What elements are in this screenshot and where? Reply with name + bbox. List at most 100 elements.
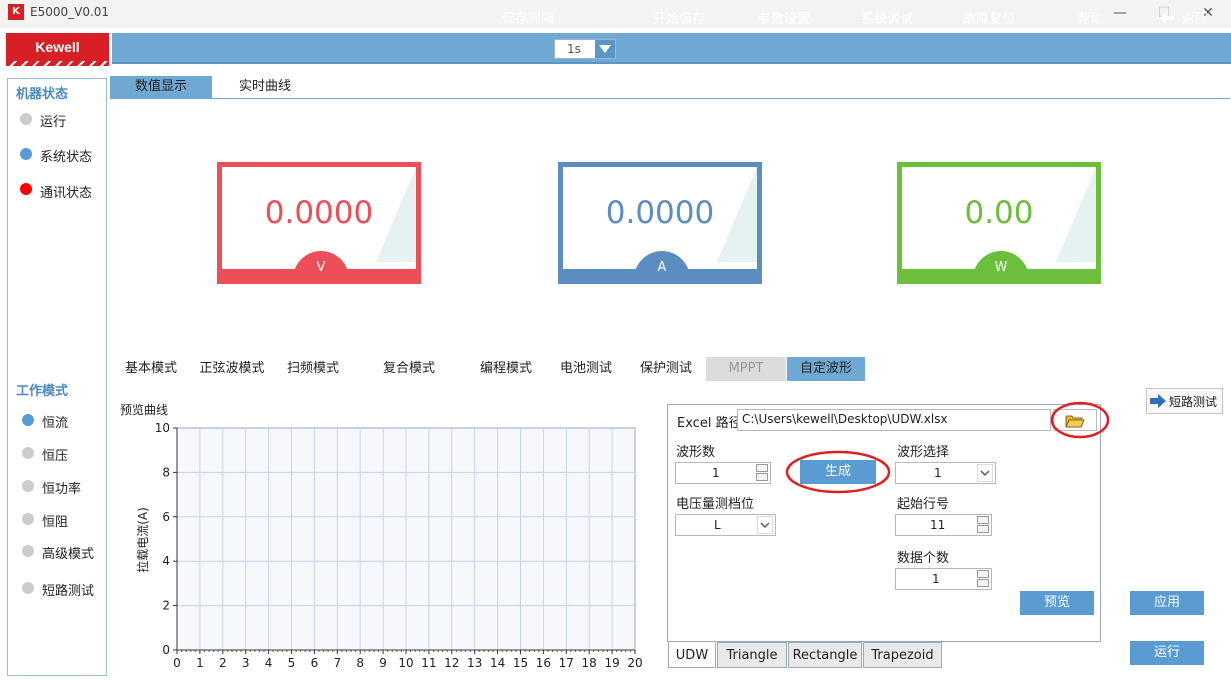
mode-label-advanced[interactable]: 高级模式 — [42, 543, 94, 562]
folder-highlight-circle — [1050, 401, 1110, 439]
tab-udw[interactable]: UDW — [668, 642, 716, 668]
mode-radio-advanced[interactable] — [22, 545, 34, 557]
mode-radio-cv[interactable] — [22, 447, 34, 459]
y-axis-label: 拉载电流(A) — [135, 507, 150, 573]
x-tick-label: 5 — [288, 656, 296, 670]
save-interval-label: 保存间隔 — [502, 12, 555, 27]
run-status-indicator — [20, 113, 32, 125]
tab-basic-mode[interactable]: 基本模式 — [120, 357, 182, 381]
system-status-indicator — [20, 148, 32, 160]
short-test-button[interactable]: 短路测试 — [1146, 388, 1223, 414]
tab-mppt[interactable]: MPPT — [706, 357, 786, 381]
back-button[interactable]: 返回 — [1160, 8, 1208, 27]
tab-rectangle[interactable]: Rectangle — [788, 642, 862, 668]
x-tick-label: 4 — [265, 656, 273, 670]
x-tick-label: 2 — [219, 656, 227, 670]
spin-up-icon[interactable] — [977, 516, 989, 524]
mode-label-cp[interactable]: 恒功率 — [42, 478, 81, 497]
system-debug-button[interactable]: 系统调试 — [861, 8, 913, 27]
mode-radio-cr[interactable] — [22, 513, 34, 525]
tab-custom-waveform[interactable]: 自定波形 — [787, 357, 865, 381]
start-row-spinbox[interactable]: 11 — [895, 514, 992, 536]
run-button[interactable]: 运行 — [1130, 641, 1204, 665]
tab-triangle[interactable]: Triangle — [717, 642, 787, 668]
save-interval-value: 1s — [567, 42, 581, 56]
fault-reset-button[interactable]: 故障复位 — [963, 8, 1015, 27]
voltage-unit: V — [293, 251, 349, 279]
mode-label-cr[interactable]: 恒阻 — [42, 511, 68, 530]
spin-down-icon[interactable] — [977, 579, 989, 587]
arrow-right-icon — [1150, 394, 1166, 408]
x-tick-label: 3 — [242, 656, 250, 670]
mode-radio-short-test[interactable] — [22, 582, 34, 594]
wave-select-label: 波形选择 — [897, 445, 950, 460]
y-tick-label: 10 — [155, 421, 170, 435]
apply-button[interactable]: 应用 — [1130, 591, 1204, 615]
wave-count-spinbox[interactable]: 1 — [675, 462, 771, 484]
help-button[interactable]: 帮助 — [1078, 8, 1104, 27]
view-tab-underline — [110, 98, 1230, 99]
tab-sine-mode[interactable]: 正弦波模式 — [196, 357, 268, 381]
wave-count-value: 1 — [712, 466, 720, 480]
data-count-label: 数据个数 — [897, 551, 950, 566]
voltage-range-value: L — [714, 518, 721, 532]
tab-trapezoid[interactable]: Trapezoid — [863, 642, 942, 668]
window-title: E5000_V0.01 — [30, 5, 110, 19]
param-settings-button[interactable]: 参数设置 — [758, 8, 810, 27]
mode-label-short-test[interactable]: 短路测试 — [42, 580, 94, 599]
excel-path-field[interactable]: C:\Users\kewell\Desktop\UDW.xlsx — [737, 409, 1051, 431]
power-value: 0.00 — [964, 195, 1034, 231]
data-count-spinbox[interactable]: 1 — [895, 568, 992, 590]
spin-down-icon[interactable] — [756, 473, 768, 481]
spin-up-icon[interactable] — [756, 464, 768, 472]
back-arrow-icon — [1160, 12, 1174, 24]
current-unit: A — [634, 251, 690, 279]
x-tick-label: 0 — [173, 656, 181, 670]
x-tick-label: 16 — [536, 656, 551, 670]
tab-numeric-display[interactable]: 数值显示 — [110, 76, 212, 98]
minimize-button[interactable]: — — [1098, 0, 1142, 28]
current-value: 0.0000 — [605, 195, 715, 231]
tab-composite-mode[interactable]: 复合模式 — [378, 357, 440, 381]
tab-sweep-mode[interactable]: 扫频模式 — [282, 357, 344, 381]
chevron-down-icon — [977, 464, 993, 482]
start-save-button[interactable]: 开始保存 — [653, 8, 705, 27]
mode-label-cv[interactable]: 恒压 — [42, 445, 68, 464]
mode-label-cc[interactable]: 恒流 — [42, 412, 68, 431]
x-tick-label: 13 — [467, 656, 482, 670]
excel-path-label: Excel 路径 — [677, 416, 742, 431]
preview-button[interactable]: 预览 — [1020, 591, 1094, 615]
preview-chart: 0 1 2 3 4 5 6 7 8 9 10 11 12 13 14 15 16 17 18 19 200246810 … — [120, 402, 643, 670]
tab-protection-test[interactable]: 保护测试 — [635, 357, 697, 381]
wave-select-value: 1 — [934, 466, 942, 480]
spin-down-icon[interactable] — [977, 525, 989, 533]
comm-status-indicator — [20, 183, 32, 195]
system-status-label: 系统状态 — [40, 150, 93, 165]
back-label: 返回 — [1182, 12, 1209, 27]
x-tick-label: 1 — [196, 656, 204, 670]
chevron-down-icon — [757, 516, 773, 534]
generate-highlight-circle — [785, 450, 891, 494]
brand-stripe — [6, 61, 109, 66]
spin-up-icon[interactable] — [977, 570, 989, 578]
mode-radio-cc[interactable] — [22, 414, 34, 426]
y-tick-label: 4 — [162, 554, 170, 568]
tab-realtime-curve[interactable]: 实时曲线 — [214, 76, 316, 98]
wave-select-dropdown[interactable]: 1 — [895, 462, 996, 484]
y-tick-label: 0 — [162, 643, 170, 657]
voltage-range-dropdown[interactable]: L — [675, 514, 776, 536]
run-status-label: 运行 — [40, 115, 67, 130]
machine-status-title: 机器状态 — [16, 87, 69, 102]
chevron-down-icon — [595, 40, 615, 58]
x-tick-label: 17 — [559, 656, 574, 670]
x-tick-label: 19 — [604, 656, 619, 670]
mode-radio-cp[interactable] — [22, 480, 34, 492]
tab-battery-test[interactable]: 电池测试 — [555, 357, 617, 381]
save-interval-select[interactable]: 1s — [554, 39, 616, 59]
work-mode-title: 工作模式 — [16, 384, 69, 399]
app-logo-icon: K — [8, 4, 24, 20]
start-row-label: 起始行号 — [897, 497, 950, 512]
y-tick-label: 2 — [162, 599, 170, 613]
tab-program-mode[interactable]: 编程模式 — [475, 357, 537, 381]
x-tick-label: 20 — [627, 656, 642, 670]
